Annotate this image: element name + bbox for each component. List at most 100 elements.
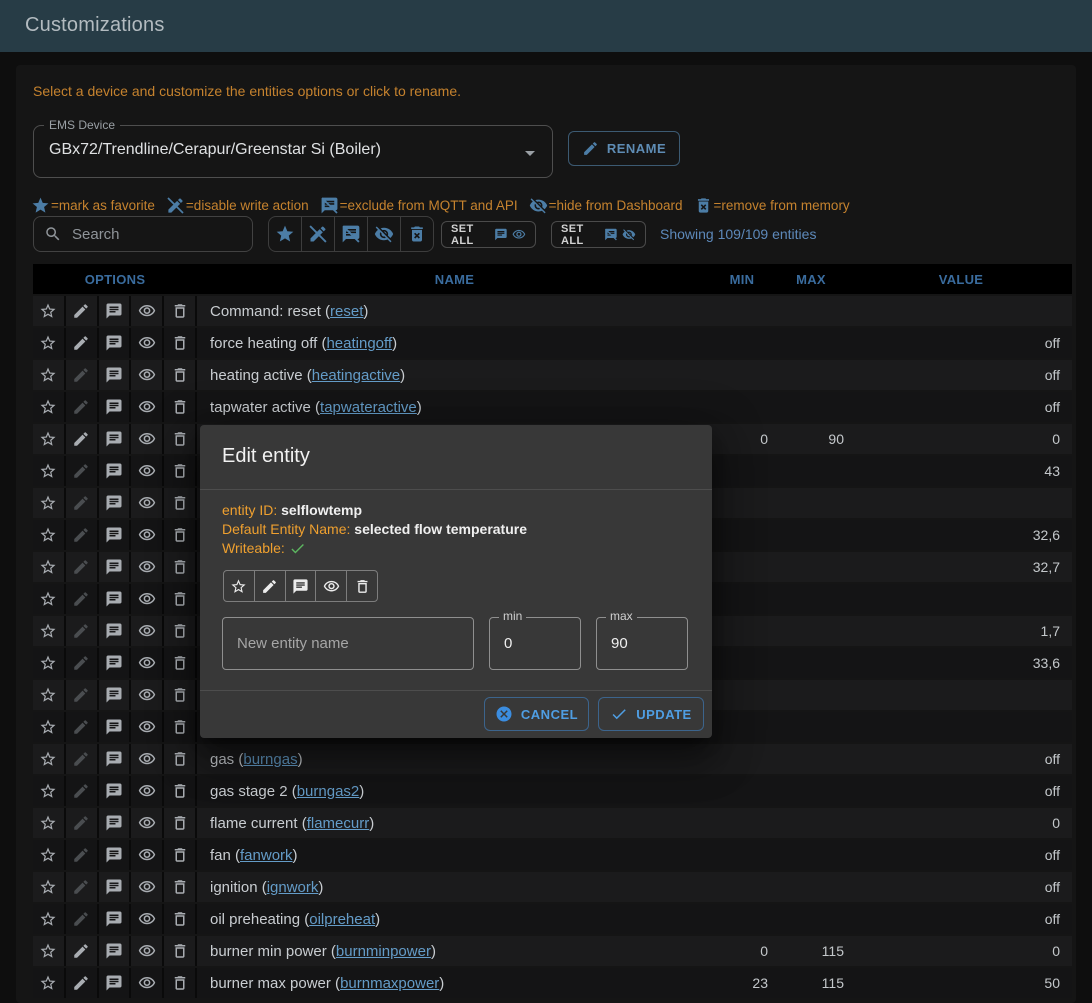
favorite-icon-button[interactable] xyxy=(33,936,66,966)
delete-icon-button[interactable] xyxy=(164,904,197,934)
favorite-toggle-button[interactable] xyxy=(224,571,255,601)
delete-icon-button[interactable] xyxy=(164,808,197,838)
delete-icon-button[interactable] xyxy=(164,712,197,742)
entity-name-cell[interactable]: Command: reset (reset) xyxy=(197,303,712,320)
edit-icon-button[interactable] xyxy=(66,392,99,422)
exclude-mqtt-icon-button[interactable] xyxy=(99,744,132,774)
visibility-icon-button[interactable] xyxy=(131,328,164,358)
visibility-icon-button[interactable] xyxy=(131,296,164,326)
exclude-mqtt-icon-button[interactable] xyxy=(99,488,132,518)
favorite-icon-button[interactable] xyxy=(33,712,66,742)
entity-shortname-link[interactable]: burnmaxpower xyxy=(340,975,439,992)
visibility-icon-button[interactable] xyxy=(131,392,164,422)
delete-icon-button[interactable] xyxy=(164,296,197,326)
visibility-icon-button[interactable] xyxy=(131,424,164,454)
favorite-icon-button[interactable] xyxy=(33,552,66,582)
exclude-mqtt-icon-button[interactable] xyxy=(99,968,132,998)
exclude-mqtt-icon-button[interactable] xyxy=(99,904,132,934)
edit-icon-button[interactable] xyxy=(66,776,99,806)
exclude-mqtt-icon-button[interactable] xyxy=(99,776,132,806)
exclude-mqtt-icon-button[interactable] xyxy=(99,872,132,902)
visibility-icon-button[interactable] xyxy=(131,552,164,582)
filter-hide-dashboard-button[interactable] xyxy=(368,217,401,251)
delete-icon-button[interactable] xyxy=(164,328,197,358)
exclude-mqtt-toggle-button[interactable] xyxy=(286,571,317,601)
entity-name-cell[interactable]: ignition (ignwork) xyxy=(197,879,712,896)
entity-shortname-link[interactable]: tapwateractive xyxy=(320,399,417,416)
edit-icon-button[interactable] xyxy=(66,712,99,742)
max-input[interactable] xyxy=(597,618,687,669)
ems-device-select[interactable]: EMS Device GBx72/Trendline/Cerapur/Green… xyxy=(33,125,553,178)
exclude-mqtt-icon-button[interactable] xyxy=(99,424,132,454)
favorite-icon-button[interactable] xyxy=(33,840,66,870)
visibility-icon-button[interactable] xyxy=(131,616,164,646)
filter-disable-write-button[interactable] xyxy=(302,217,335,251)
edit-icon-button[interactable] xyxy=(66,744,99,774)
visibility-icon-button[interactable] xyxy=(131,488,164,518)
favorite-icon-button[interactable] xyxy=(33,520,66,550)
delete-icon-button[interactable] xyxy=(164,840,197,870)
delete-icon-button[interactable] xyxy=(164,872,197,902)
delete-icon-button[interactable] xyxy=(164,488,197,518)
exclude-mqtt-icon-button[interactable] xyxy=(99,328,132,358)
visibility-icon-button[interactable] xyxy=(131,872,164,902)
rename-button[interactable]: RENAME xyxy=(568,131,680,166)
edit-icon-button[interactable] xyxy=(66,968,99,998)
exclude-mqtt-icon-button[interactable] xyxy=(99,360,132,390)
favorite-icon-button[interactable] xyxy=(33,968,66,998)
favorite-icon-button[interactable] xyxy=(33,904,66,934)
edit-icon-button[interactable] xyxy=(66,360,99,390)
entity-shortname-link[interactable]: burngas xyxy=(243,751,297,768)
favorite-icon-button[interactable] xyxy=(33,456,66,486)
exclude-mqtt-icon-button[interactable] xyxy=(99,808,132,838)
visibility-icon-button[interactable] xyxy=(131,648,164,678)
delete-icon-button[interactable] xyxy=(164,776,197,806)
favorite-icon-button[interactable] xyxy=(33,392,66,422)
entity-shortname-link[interactable]: reset xyxy=(330,303,363,320)
exclude-mqtt-icon-button[interactable] xyxy=(99,712,132,742)
edit-icon-button[interactable] xyxy=(66,584,99,614)
visibility-icon-button[interactable] xyxy=(131,456,164,486)
edit-icon-button[interactable] xyxy=(66,936,99,966)
favorite-icon-button[interactable] xyxy=(33,488,66,518)
hide-dashboard-toggle-button[interactable] xyxy=(316,571,347,601)
entity-name-cell[interactable]: fan (fanwork) xyxy=(197,847,712,864)
update-button[interactable]: UPDATE xyxy=(598,697,704,731)
edit-icon-button[interactable] xyxy=(66,872,99,902)
entity-shortname-link[interactable]: oilpreheat xyxy=(309,911,375,928)
entity-name-cell[interactable]: oil preheating (oilpreheat) xyxy=(197,911,712,928)
filter-remove-memory-button[interactable] xyxy=(401,217,433,251)
delete-icon-button[interactable] xyxy=(164,968,197,998)
edit-icon-button[interactable] xyxy=(66,904,99,934)
exclude-mqtt-icon-button[interactable] xyxy=(99,520,132,550)
edit-icon-button[interactable] xyxy=(66,648,99,678)
remove-memory-toggle-button[interactable] xyxy=(347,571,377,601)
delete-icon-button[interactable] xyxy=(164,552,197,582)
entity-name-cell[interactable]: burner max power (burnmaxpower) xyxy=(197,975,712,992)
exclude-mqtt-icon-button[interactable] xyxy=(99,616,132,646)
favorite-icon-button[interactable] xyxy=(33,360,66,390)
set-all-visible-button[interactable]: SET ALL xyxy=(441,221,536,248)
delete-icon-button[interactable] xyxy=(164,648,197,678)
delete-icon-button[interactable] xyxy=(164,392,197,422)
favorite-icon-button[interactable] xyxy=(33,328,66,358)
delete-icon-button[interactable] xyxy=(164,456,197,486)
set-all-hidden-button[interactable]: SET ALL xyxy=(551,221,646,248)
favorite-icon-button[interactable] xyxy=(33,776,66,806)
entity-shortname-link[interactable]: fanwork xyxy=(240,847,293,864)
edit-icon-button[interactable] xyxy=(66,520,99,550)
favorite-icon-button[interactable] xyxy=(33,616,66,646)
favorite-icon-button[interactable] xyxy=(33,872,66,902)
favorite-icon-button[interactable] xyxy=(33,424,66,454)
delete-icon-button[interactable] xyxy=(164,744,197,774)
entity-shortname-link[interactable]: heatingoff xyxy=(326,335,392,352)
delete-icon-button[interactable] xyxy=(164,424,197,454)
exclude-mqtt-icon-button[interactable] xyxy=(99,552,132,582)
visibility-icon-button[interactable] xyxy=(131,680,164,710)
filter-exclude-mqtt-button[interactable] xyxy=(335,217,368,251)
favorite-icon-button[interactable] xyxy=(33,648,66,678)
new-entity-name-input[interactable] xyxy=(223,618,473,669)
favorite-icon-button[interactable] xyxy=(33,584,66,614)
exclude-mqtt-icon-button[interactable] xyxy=(99,584,132,614)
disable-write-toggle-button[interactable] xyxy=(255,571,286,601)
